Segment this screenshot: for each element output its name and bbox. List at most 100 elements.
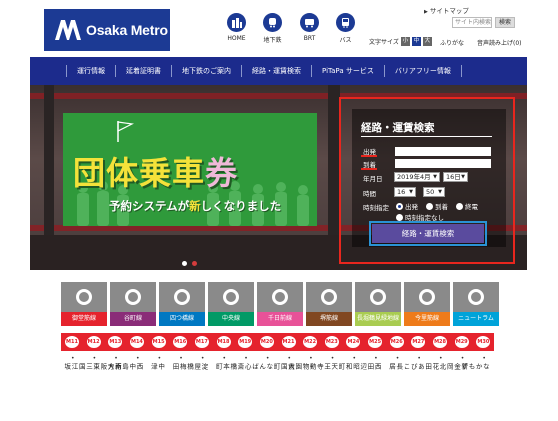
text-size-large[interactable]: 大 bbox=[422, 37, 432, 46]
station-name: 西中島南方 bbox=[106, 363, 143, 370]
metro-m-icon bbox=[55, 20, 81, 40]
station-name: 東三国 bbox=[77, 363, 100, 370]
line-name: 中央線 bbox=[208, 312, 254, 326]
day-select[interactable]: 16日 ▼ bbox=[443, 172, 468, 182]
carousel-dot[interactable] bbox=[182, 261, 187, 266]
site-search-input[interactable]: サイト内検索 bbox=[452, 17, 492, 28]
station-name: 江坂 bbox=[62, 363, 78, 370]
bullet-icon: • bbox=[309, 355, 313, 362]
nav-delay-certificate[interactable]: 延着証明書 bbox=[115, 65, 171, 77]
line-ring-icon bbox=[321, 289, 337, 305]
line-tile[interactable]: ニュートラム bbox=[453, 282, 499, 326]
midosuji-line-bar bbox=[61, 333, 494, 351]
radio-arrival[interactable]: 到着 bbox=[426, 201, 448, 211]
building-icon bbox=[227, 13, 246, 32]
line-ring-icon bbox=[174, 289, 190, 305]
line-ring-icon bbox=[223, 289, 239, 305]
station-code-badge: M17 bbox=[193, 335, 210, 349]
group-ticket-banner[interactable]: 団体乗車券 予約システムが新しくなりました bbox=[63, 113, 317, 226]
line-tile-top bbox=[453, 282, 499, 312]
nav-bus[interactable]: バス bbox=[336, 13, 355, 44]
nav-barrier-free[interactable]: バリアフリー情報 bbox=[383, 65, 462, 77]
station-code-badge: M11 bbox=[64, 335, 80, 349]
bullet-icon: • bbox=[114, 355, 118, 362]
station-code-badge: M20 bbox=[258, 335, 275, 349]
station-name: 動物園前 bbox=[286, 363, 317, 370]
site-search-button[interactable]: 検索 bbox=[495, 17, 515, 28]
line-name: 千日前線 bbox=[257, 312, 303, 326]
route-search-button[interactable]: 経路・運賃検索 bbox=[372, 224, 484, 243]
line-ring-icon bbox=[76, 289, 92, 305]
line-name: 御堂筋線 bbox=[61, 312, 107, 326]
station-name: なんば bbox=[250, 363, 273, 370]
time-spec-label: 時刻指定 bbox=[363, 204, 389, 212]
station-code-badge: M12 bbox=[85, 335, 102, 349]
carousel-dots bbox=[182, 261, 197, 266]
station-name: 心斎橋 bbox=[228, 363, 252, 370]
station-code-badge: M26 bbox=[388, 335, 405, 349]
line-tile[interactable]: 長堀鶴見緑地線 bbox=[355, 282, 401, 326]
bullet-icon: • bbox=[265, 355, 270, 362]
line-tile[interactable]: 中央線 bbox=[208, 282, 254, 326]
hour-select[interactable]: 16 ▼ bbox=[394, 187, 416, 197]
date-label: 年月日 bbox=[363, 175, 383, 183]
line-tile[interactable]: 千日前線 bbox=[257, 282, 303, 326]
bullet-icon: • bbox=[374, 355, 378, 362]
radio-dot bbox=[426, 202, 433, 210]
bullet-icon: • bbox=[395, 355, 400, 362]
line-tile-top bbox=[208, 282, 254, 312]
year-month-select[interactable]: 2019年4月 ▼ bbox=[394, 172, 440, 182]
text-size-small[interactable]: 小 bbox=[400, 37, 410, 46]
logo-text: Osaka Metro bbox=[86, 22, 168, 38]
bullet-icon: • bbox=[244, 355, 248, 362]
bullet-icon: • bbox=[287, 355, 292, 362]
line-name: 堺筋線 bbox=[306, 312, 352, 326]
radio-departure[interactable]: 出発 bbox=[396, 201, 418, 211]
from-station-input[interactable] bbox=[395, 147, 491, 156]
line-tile[interactable]: 御堂筋線 bbox=[61, 282, 107, 326]
nav-operation-info[interactable]: 運行情報 bbox=[66, 65, 115, 77]
nav-home[interactable]: HOME bbox=[227, 13, 246, 42]
line-tile[interactable]: 堺筋線 bbox=[306, 282, 352, 326]
arrow-right-icon: ▶ bbox=[424, 9, 428, 15]
furigana-toggle[interactable]: ふりがな bbox=[440, 38, 464, 47]
text-size-control: 文字サイズ 小 中 大 bbox=[369, 37, 432, 46]
line-tile[interactable]: 今里筋線 bbox=[404, 282, 450, 326]
text-size-medium[interactable]: 中 bbox=[411, 37, 421, 46]
bullet-icon: • bbox=[439, 355, 443, 362]
line-tile-top bbox=[159, 282, 205, 312]
bullet-icon: • bbox=[352, 355, 356, 362]
nav-brt[interactable]: BRT bbox=[300, 13, 319, 42]
sitemap-link[interactable]: ▶ サイトマップ bbox=[424, 5, 469, 15]
station-name: なかもず bbox=[459, 363, 490, 370]
line-name: ニュートラム bbox=[453, 312, 499, 326]
route-search-title: 経路・運賃検索 bbox=[361, 122, 435, 134]
bullet-icon: • bbox=[482, 355, 486, 362]
page-frame: Osaka Metro ▶ サイトマップ HOME 地下鉄 BRT バス サイト内… bbox=[30, 0, 527, 421]
station-code-badge: M21 bbox=[280, 335, 297, 349]
line-name: 谷町線 bbox=[110, 312, 156, 326]
station-code-badge: M25 bbox=[367, 335, 384, 349]
main-nav: 運行情報 延着証明書 地下鉄のご案内 経路・運賃検索 PiTaPa サービス バ… bbox=[30, 57, 527, 85]
station-name: 梅田 bbox=[171, 363, 187, 370]
line-name: 四つ橋線 bbox=[159, 312, 205, 326]
station-name: あびこ bbox=[401, 363, 425, 370]
carousel-dot-active[interactable] bbox=[192, 261, 197, 266]
station-code-badge: M23 bbox=[323, 335, 340, 349]
bullet-icon: • bbox=[330, 355, 335, 362]
voice-reader-link[interactable]: 音声読み上げ(0) bbox=[477, 38, 522, 47]
line-ring-icon bbox=[272, 289, 288, 305]
station-name: 昭和町 bbox=[337, 363, 360, 370]
line-tile[interactable]: 四つ橋線 bbox=[159, 282, 205, 326]
line-tile-top bbox=[306, 282, 352, 312]
nav-subway[interactable]: 地下鉄 bbox=[263, 13, 282, 44]
banner-title: 団体乗車券 bbox=[73, 155, 239, 191]
osaka-metro-logo[interactable]: Osaka Metro bbox=[44, 9, 170, 51]
radio-last-train[interactable]: 終電 bbox=[456, 201, 478, 211]
nav-route-fare-search[interactable]: 経路・運賃検索 bbox=[241, 65, 311, 77]
nav-pitapa-service[interactable]: PiTaPa サービス bbox=[311, 65, 384, 77]
nav-subway-guide[interactable]: 地下鉄のご案内 bbox=[171, 65, 241, 77]
line-tile[interactable]: 谷町線 bbox=[110, 282, 156, 326]
to-station-input[interactable] bbox=[395, 159, 491, 168]
minute-select[interactable]: 50 ▼ bbox=[423, 187, 445, 197]
